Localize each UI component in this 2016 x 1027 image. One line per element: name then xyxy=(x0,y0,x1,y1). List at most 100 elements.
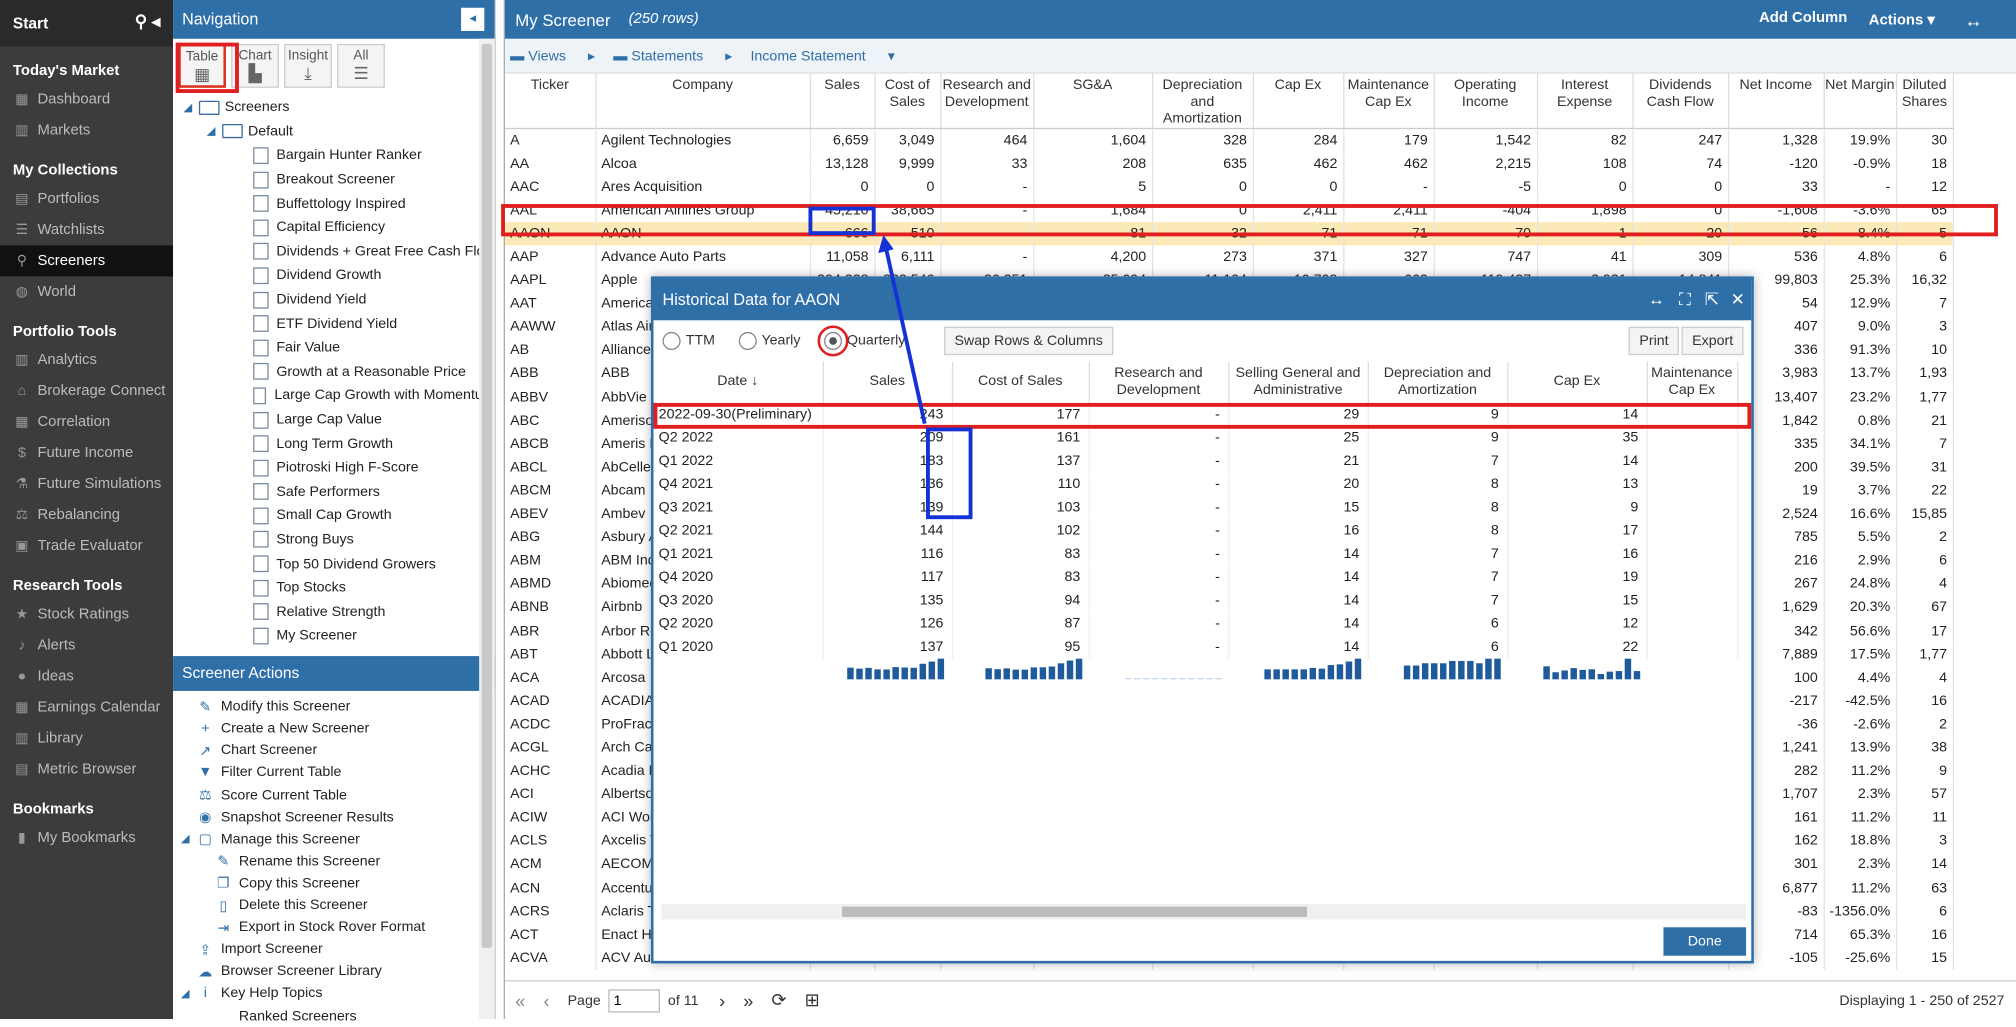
close-icon[interactable]: ✕ xyxy=(1731,289,1745,310)
sidebar-item-metric-browser[interactable]: ▤ Metric Browser xyxy=(0,754,173,785)
view-insight-button[interactable]: Insight ⤓ xyxy=(284,43,332,88)
tree-item-screener[interactable]: Fair Value xyxy=(173,336,495,360)
sidebar-item-world[interactable]: ◍ World xyxy=(0,276,173,307)
views-crumb[interactable]: ▬ Views ▸ xyxy=(510,47,595,63)
maximize-icon[interactable]: ⛶ xyxy=(1679,289,1691,310)
historical-column-header[interactable]: Selling General and Administrative xyxy=(1228,361,1369,404)
table-row[interactable]: AAP Advance Auto Parts 11,058 6,111-4,200 27… xyxy=(504,245,1954,269)
add-icon[interactable]: ⊞ xyxy=(805,989,820,1011)
yearly-radio[interactable]: Yearly xyxy=(738,331,800,350)
action-key-help-topics[interactable]: ◢ i Key Help Topics xyxy=(181,983,495,1005)
income-statement-crumb[interactable]: Income Statement ▾ xyxy=(750,47,894,63)
collapse-arrow-icon[interactable]: ◢ xyxy=(181,987,196,1001)
sidebar-item-ideas[interactable]: ● Ideas xyxy=(0,661,173,692)
historical-column-header[interactable]: Maintenance Cap Ex xyxy=(1646,361,1738,404)
quarterly-radio[interactable]: Quarterly xyxy=(817,325,905,357)
popout-icon[interactable]: ⇱ xyxy=(1705,289,1719,310)
action-delete-this-screener[interactable]: ▯ Delete this Screener xyxy=(181,894,495,916)
column-header[interactable]: Operating Income xyxy=(1433,73,1538,130)
tree-item-screener[interactable]: Relative Strength xyxy=(173,600,495,624)
column-header[interactable]: Cap Ex xyxy=(1252,73,1344,130)
sidebar-item-dashboard[interactable]: ▦ Dashboard xyxy=(0,84,173,115)
sidebar-item-screeners[interactable]: ⚲ Screeners xyxy=(0,245,174,277)
collapse-icon[interactable]: ◂ xyxy=(461,7,485,31)
last-page-icon[interactable]: » xyxy=(743,990,753,1011)
sidebar-item-rebalancing[interactable]: ⚖ Rebalancing xyxy=(0,500,173,531)
tree-item-screener[interactable]: Top Stocks xyxy=(173,576,495,600)
sidebar-item-watchlists[interactable]: ☰ Watchlists xyxy=(0,214,173,245)
navigation-scrollbar[interactable] xyxy=(479,38,495,1019)
action-manage-this-screener[interactable]: ◢ ▢ Manage this Screener xyxy=(181,828,495,850)
tree-item-screener[interactable]: My Screener xyxy=(173,624,495,648)
sidebar-item-correlation[interactable]: ▦ Correlation xyxy=(0,407,173,438)
first-page-icon[interactable]: « xyxy=(515,990,525,1011)
tree-item-screener[interactable]: Long Term Growth xyxy=(173,432,495,456)
action-modify-this-screener[interactable]: ✎ Modify this Screener xyxy=(181,696,495,718)
resize-horizontal-icon[interactable]: ↔ xyxy=(1648,289,1665,308)
done-button[interactable]: Done xyxy=(1663,927,1747,956)
historical-row[interactable]: Q2 2020 126 87-14 6 12 xyxy=(653,612,1738,636)
tree-item-screener[interactable]: Top 50 Dividend Growers xyxy=(173,552,495,576)
tree-item-screener[interactable]: Strong Buys xyxy=(173,528,495,552)
historical-column-header[interactable]: Cost of Sales xyxy=(951,361,1090,404)
action-score-current-table[interactable]: ⚖ Score Current Table xyxy=(181,784,495,806)
historical-row[interactable]: Q4 2020 117 83-14 7 19 xyxy=(653,565,1738,589)
historical-row[interactable]: Q1 2021 116 83-14 7 16 xyxy=(653,542,1738,566)
column-header[interactable]: Interest Expense xyxy=(1536,73,1634,130)
historical-row[interactable]: Q2 2022 209 161-25 9 35 xyxy=(653,426,1738,450)
tree-item-screener[interactable]: Bargain Hunter Ranker xyxy=(173,144,495,168)
expand-horizontal-icon[interactable]: ↔ xyxy=(1964,10,1982,31)
historical-column-header[interactable]: Sales xyxy=(822,361,953,404)
historical-column-header[interactable]: Depreciation and Amortization xyxy=(1367,361,1508,404)
historical-row[interactable]: Q1 2022 183 137-21 7 14 xyxy=(653,449,1738,473)
sidebar-item-earnings-calendar[interactable]: ▦ Earnings Calendar xyxy=(0,692,173,723)
page-input[interactable] xyxy=(608,988,661,1012)
start-header[interactable]: Start ⚲ ◂ xyxy=(0,0,174,47)
tree-item-screener[interactable]: Piotroski High F-Score xyxy=(173,456,495,480)
action-import-screener[interactable]: ⇪ Import Screener xyxy=(181,939,495,961)
sidebar-item-trade-evaluator[interactable]: ▣ Trade Evaluator xyxy=(0,531,173,562)
view-all-button[interactable]: All ☰ xyxy=(337,43,385,88)
print-button[interactable]: Print xyxy=(1629,326,1679,356)
prev-page-icon[interactable]: ‹ xyxy=(543,990,549,1011)
column-header[interactable]: Diluted Shares xyxy=(1896,73,1954,130)
column-header[interactable]: Dividends Cash Flow xyxy=(1632,73,1729,130)
actions-menu-button[interactable]: Actions ▾ xyxy=(1869,10,1935,28)
tree-folder-screeners[interactable]: ◢ Screeners xyxy=(173,96,495,120)
column-header[interactable]: Sales xyxy=(809,73,875,130)
sidebar-item-markets[interactable]: ▥ Markets xyxy=(0,115,173,146)
historical-row[interactable]: Q4 2021 136 110-20 8 13 xyxy=(653,472,1738,496)
column-header[interactable]: Ticker xyxy=(504,73,597,130)
action-ranked-screeners[interactable]: Ranked Screeners xyxy=(181,1005,495,1027)
column-header[interactable]: Net Margin xyxy=(1823,73,1897,130)
historical-row[interactable]: Q2 2021 144 102-16 8 17 xyxy=(653,519,1738,543)
collapse-arrow-icon[interactable]: ◢ xyxy=(181,832,196,846)
historical-column-header[interactable]: Research and Development xyxy=(1088,361,1229,404)
historical-row[interactable]: Q3 2020 135 94-14 7 15 xyxy=(653,588,1738,613)
dialog-horizontal-scrollbar[interactable] xyxy=(661,904,1747,920)
table-row[interactable]: AAC Ares Acquisition 0 0-5 0 0- -5 0 0 33-12 xyxy=(504,175,1954,199)
sidebar-item-my-bookmarks[interactable]: ▮ My Bookmarks xyxy=(0,823,173,854)
collapse-arrow-icon[interactable]: ◢ xyxy=(207,124,222,138)
table-row[interactable]: AA Alcoa 13,128 9,999 33 208 635 462 462 2,215 108… xyxy=(504,151,1954,176)
sidebar-item-alerts[interactable]: ♪ Alerts xyxy=(0,630,173,661)
sidebar-item-analytics[interactable]: ▥ Analytics xyxy=(0,345,173,376)
action-create-a-new-screener[interactable]: + Create a New Screener xyxy=(181,718,495,740)
tree-item-screener[interactable]: Small Cap Growth xyxy=(173,504,495,528)
action-copy-this-screener[interactable]: ❐ Copy this Screener xyxy=(181,872,495,894)
action-rename-this-screener[interactable]: ✎ Rename this Screener xyxy=(181,850,495,872)
column-header[interactable]: SG&A xyxy=(1033,73,1153,130)
sidebar-item-brokerage-connect[interactable]: ⌂ Brokerage Connect xyxy=(0,376,173,407)
tree-item-screener[interactable]: ETF Dividend Yield xyxy=(173,312,495,336)
tree-folder-default[interactable]: ◢ Default xyxy=(173,120,495,144)
historical-column-header[interactable]: Date ↓ xyxy=(653,361,824,404)
historical-column-header[interactable]: Cap Ex xyxy=(1507,361,1648,404)
tree-item-screener[interactable]: Growth at a Reasonable Price xyxy=(173,360,495,384)
tree-item-screener[interactable]: Buffettology Inspired xyxy=(173,192,495,216)
collapse-arrow-icon[interactable]: ◢ xyxy=(183,100,198,114)
column-header[interactable]: Maintenance Cap Ex xyxy=(1343,73,1435,130)
sidebar-item-portfolios[interactable]: ▤ Portfolios xyxy=(0,183,173,214)
historical-row[interactable]: Q3 2021 139 103-15 8 9 xyxy=(653,495,1738,520)
sidebar-item-library[interactable]: ▥ Library xyxy=(0,723,173,754)
ttm-radio[interactable]: TTM xyxy=(662,331,715,350)
